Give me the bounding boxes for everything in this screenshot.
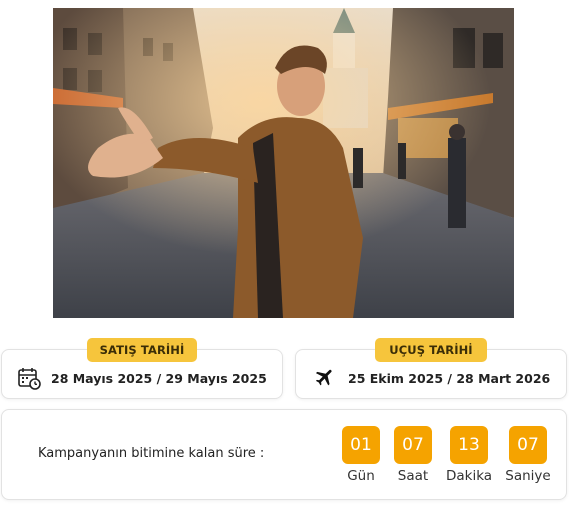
- hero-photo: [53, 8, 514, 318]
- sales-dates: 28 Mayıs 2025 / 29 Mayıs 2025: [51, 370, 267, 386]
- countdown-hours: 07 Saat: [385, 426, 441, 484]
- airplane-icon: [314, 366, 338, 390]
- flight-dates: 25 Ekim 2025 / 28 Mart 2026: [348, 370, 551, 386]
- sales-date-tag: SATIŞ TARİHİ: [87, 338, 197, 362]
- countdown-seconds: 07 Saniye: [500, 426, 556, 484]
- countdown-seconds-label: Saniye: [505, 468, 551, 484]
- flight-date-tag: UÇUŞ TARİHİ: [375, 338, 487, 362]
- countdown-hours-value: 07: [394, 426, 432, 464]
- traveler-photo-illustration: [53, 8, 514, 318]
- calendar-clock-icon: [17, 366, 41, 390]
- countdown-card: Kampanyanın bitimine kalan süre : 01 Gün…: [1, 409, 567, 500]
- countdown-minutes-label: Dakika: [445, 468, 493, 484]
- countdown-minutes-value: 13: [450, 426, 488, 464]
- countdown-label: Kampanyanın bitimine kalan süre :: [38, 446, 265, 461]
- countdown-seconds-value: 07: [509, 426, 547, 464]
- countdown-hours-label: Saat: [397, 468, 429, 484]
- flight-date-row: 25 Ekim 2025 / 28 Mart 2026: [314, 366, 550, 390]
- countdown-days-value: 01: [342, 426, 380, 464]
- countdown-days: 01 Gün: [333, 426, 389, 484]
- countdown-days-label: Gün: [347, 468, 375, 484]
- sales-date-row: 28 Mayıs 2025 / 29 Mayıs 2025: [17, 366, 267, 390]
- countdown-minutes: 13 Dakika: [441, 426, 497, 484]
